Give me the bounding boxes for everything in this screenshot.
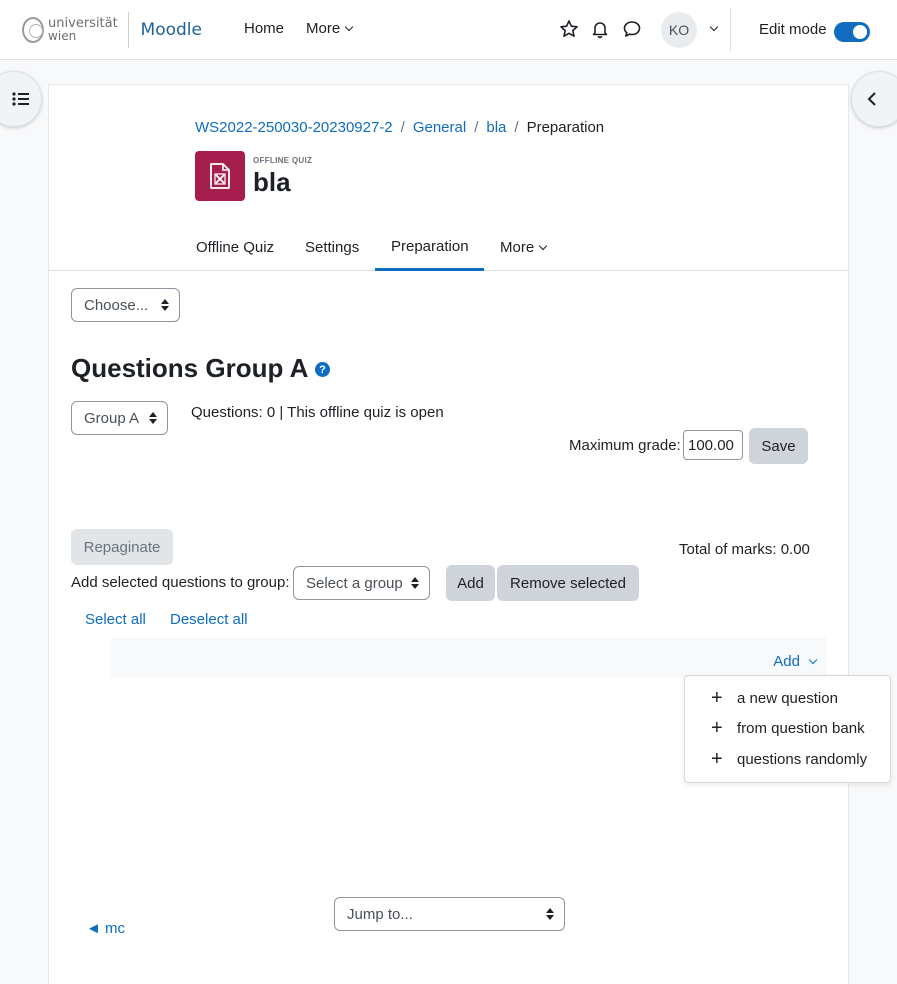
university-seal-icon	[22, 17, 45, 43]
add-menu-bar: Add	[111, 637, 826, 677]
nav-more[interactable]: More	[306, 20, 354, 37]
active-tab-indicator	[375, 268, 484, 271]
select-arrows-icon	[546, 908, 554, 920]
add-from-question-bank-item[interactable]: + from question bank	[685, 714, 890, 742]
breadcrumb-section[interactable]: General	[413, 119, 466, 136]
add-new-question-item[interactable]: + a new question	[685, 684, 890, 712]
user-menu-chevron-icon[interactable]	[709, 22, 719, 32]
moodle-wordmark: Moodle	[140, 20, 202, 40]
target-group-select[interactable]: Select a group	[293, 566, 430, 600]
choose-select[interactable]: Choose...	[71, 288, 180, 322]
select-all-link[interactable]: Select all	[85, 611, 146, 628]
save-button[interactable]: Save	[749, 428, 808, 464]
navbar: universität wien Moodle Home More KO Edi…	[0, 0, 897, 60]
deselect-all-link[interactable]: Deselect all	[170, 611, 248, 628]
jump-to-select[interactable]: Jump to...	[334, 897, 565, 931]
group-select-value: Group A	[84, 409, 140, 427]
messages-icon[interactable]	[621, 18, 643, 40]
secondary-navigation: Offline Quiz Settings Preparation More	[49, 225, 848, 271]
select-arrows-icon	[149, 412, 157, 424]
add-new-question-label: a new question	[737, 689, 838, 707]
tab-more[interactable]: More	[500, 239, 548, 256]
max-grade-label: Maximum grade:	[569, 437, 681, 454]
breadcrumb-separator: /	[474, 119, 479, 136]
questions-status: Questions: 0 | This offline quiz is open	[191, 404, 444, 421]
repaginate-button[interactable]: Repaginate	[71, 529, 173, 565]
max-grade-input[interactable]: 100.00	[683, 430, 743, 460]
add-menu-toggle[interactable]: Add	[773, 653, 818, 670]
plus-icon: +	[711, 717, 723, 739]
open-course-index-button[interactable]	[0, 71, 42, 127]
previous-activity-link[interactable]: ◄ mc	[86, 920, 125, 937]
course-index-icon	[12, 92, 29, 106]
breadcrumb-current: Preparation	[526, 119, 605, 136]
chevron-down-icon	[538, 241, 548, 251]
select-arrows-icon	[411, 577, 419, 589]
logo-divider	[127, 12, 129, 48]
chevron-down-icon	[344, 22, 354, 32]
questions-group-heading: Questions Group A	[71, 353, 309, 383]
star-icon[interactable]	[558, 18, 580, 40]
user-avatar[interactable]: KO	[661, 12, 697, 48]
group-select[interactable]: Group A	[71, 401, 168, 435]
breadcrumb-course[interactable]: WS2022-250030-20230927-2	[195, 119, 393, 136]
plus-icon: +	[711, 748, 723, 770]
remove-selected-button[interactable]: Remove selected	[497, 565, 639, 601]
nav-more-label: More	[306, 20, 341, 37]
breadcrumb-activity[interactable]: bla	[486, 119, 506, 136]
add-menu-toggle-label: Add	[773, 653, 800, 670]
add-random-questions-item[interactable]: + questions randomly	[685, 745, 890, 773]
jump-to-select-value: Jump to...	[347, 905, 413, 923]
add-random-questions-label: questions randomly	[737, 750, 868, 768]
module-type-label: OFFLINE QUIZ	[253, 156, 313, 165]
offline-quiz-icon	[195, 151, 245, 201]
chevron-left-icon	[867, 92, 876, 106]
logo-line-2: wien	[48, 29, 77, 43]
breadcrumb-separator: /	[400, 119, 405, 136]
main-region: WS2022-250030-20230927-2 / General / bla…	[48, 84, 849, 984]
total-marks: Total of marks: 0.00	[679, 541, 810, 558]
choose-select-value: Choose...	[84, 296, 149, 314]
tab-preparation[interactable]: Preparation	[391, 238, 469, 255]
select-arrows-icon	[161, 299, 169, 311]
plus-icon: +	[711, 687, 723, 709]
bell-icon[interactable]	[589, 18, 611, 40]
navbar-divider	[730, 8, 731, 52]
breadcrumb: WS2022-250030-20230927-2 / General / bla…	[195, 119, 604, 136]
breadcrumb-separator: /	[514, 119, 519, 136]
site-logo[interactable]: universität wien Moodle	[16, 6, 202, 54]
help-icon[interactable]: ?	[315, 362, 330, 377]
edit-mode-toggle[interactable]	[834, 22, 870, 42]
add-from-question-bank-label: from question bank	[737, 719, 865, 737]
chevron-down-icon	[808, 655, 818, 665]
primary-navigation: Home More	[244, 20, 354, 37]
tab-settings[interactable]: Settings	[305, 239, 359, 256]
add-dropdown-menu: + a new question + from question bank + …	[684, 675, 891, 783]
edit-mode-label: Edit mode	[759, 21, 827, 38]
page-title: bla	[253, 167, 291, 197]
add-to-group-button[interactable]: Add	[446, 565, 495, 601]
tab-more-label: More	[500, 239, 535, 256]
open-block-drawer-button[interactable]	[851, 71, 897, 127]
university-wordmark: universität wien	[48, 17, 118, 43]
nav-home[interactable]: Home	[244, 20, 284, 37]
tab-offline-quiz[interactable]: Offline Quiz	[196, 239, 274, 256]
target-group-select-value: Select a group	[306, 574, 403, 592]
add-to-group-label: Add selected questions to group:	[71, 574, 290, 591]
